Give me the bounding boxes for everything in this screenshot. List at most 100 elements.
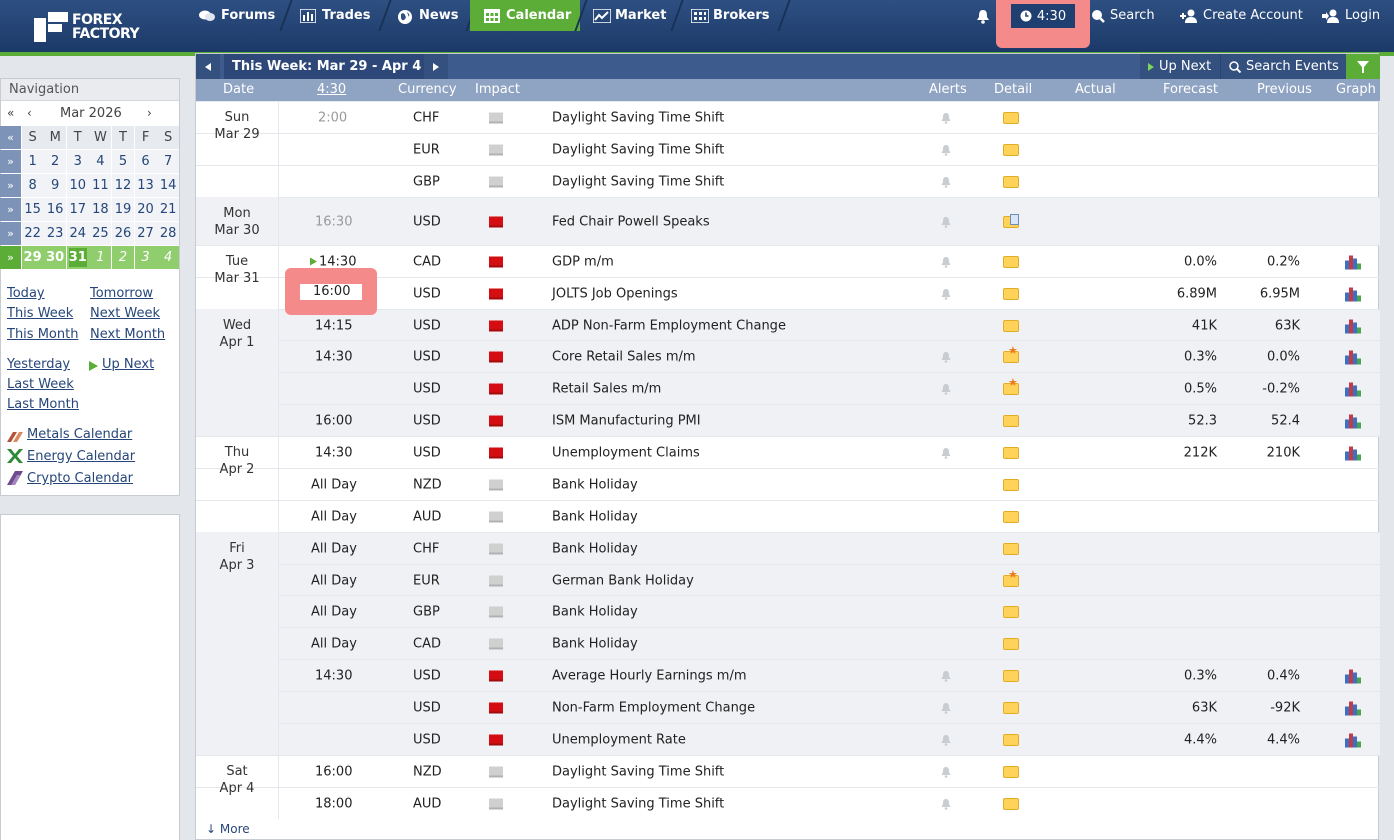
day-cell[interactable]: 15 — [21, 198, 44, 221]
nav-trades[interactable]: Trades — [286, 0, 384, 31]
day-cell[interactable]: 3 — [134, 246, 157, 269]
folder-icon[interactable] — [1003, 605, 1019, 618]
week-select-button[interactable]: » — [0, 198, 21, 221]
bell-icon[interactable] — [941, 734, 951, 746]
folder-icon[interactable] — [1003, 797, 1019, 810]
folder-icon[interactable] — [1003, 446, 1019, 459]
link-up-next[interactable]: Up Next — [102, 357, 154, 372]
folder-icon[interactable] — [1003, 765, 1019, 778]
day-cell[interactable]: 23 — [44, 222, 67, 245]
folder-icon[interactable] — [1003, 255, 1019, 268]
week-select-button[interactable]: » — [0, 222, 21, 245]
graph-icon[interactable] — [1345, 381, 1362, 396]
event-name[interactable]: ISM Manufacturing PMI — [552, 413, 701, 428]
event-name[interactable]: GDP m/m — [552, 254, 614, 269]
day-cell[interactable]: 2 — [44, 150, 67, 173]
event-name[interactable]: ADP Non-Farm Employment Change — [552, 318, 786, 333]
col-time[interactable]: 4:30 — [317, 82, 346, 97]
folder-icon[interactable] — [1003, 344, 1019, 363]
day-cell[interactable]: 1 — [89, 246, 112, 269]
event-name[interactable]: Daylight Saving Time Shift — [552, 110, 724, 125]
expand-all-weeks-button[interactable]: « — [0, 126, 21, 149]
day-cell[interactable]: 5 — [111, 150, 134, 173]
day-cell[interactable]: 17 — [66, 198, 89, 221]
folder-icon[interactable] — [1003, 213, 1019, 228]
event-name[interactable]: Fed Chair Powell Speaks — [552, 214, 710, 229]
day-cell[interactable]: 8 — [21, 174, 44, 197]
event-name[interactable]: Daylight Saving Time Shift — [552, 764, 724, 779]
day-cell[interactable]: 27 — [134, 222, 157, 245]
event-name[interactable]: Unemployment Claims — [552, 445, 700, 460]
search-button[interactable]: Search — [1091, 0, 1155, 31]
day-cell[interactable]: 29 — [21, 246, 44, 269]
folder-icon[interactable] — [1003, 287, 1019, 300]
graph-icon[interactable] — [1345, 254, 1362, 269]
nav-forums[interactable]: Forums — [185, 0, 283, 31]
next-week-button[interactable] — [424, 54, 448, 79]
link-energy-calendar[interactable]: Energy Calendar — [27, 449, 135, 464]
folder-icon[interactable] — [1003, 701, 1019, 714]
link-next-month[interactable]: Next Month — [90, 327, 165, 342]
day-cell[interactable]: 2 — [111, 246, 134, 269]
login-button[interactable]: Login — [1322, 0, 1380, 31]
bell-icon[interactable] — [941, 216, 951, 228]
bell-icon[interactable] — [941, 702, 951, 714]
event-name[interactable]: Retail Sales m/m — [552, 381, 661, 396]
nav-calendar[interactable]: Calendar — [470, 0, 580, 31]
bell-icon[interactable] — [941, 447, 951, 459]
day-cell[interactable]: 3 — [66, 150, 89, 173]
bell-icon[interactable] — [941, 670, 951, 682]
event-name[interactable]: Bank Holiday — [552, 604, 638, 619]
link-tomorrow[interactable]: Tomorrow — [90, 286, 153, 301]
folder-icon[interactable] — [1003, 376, 1019, 395]
day-cell[interactable]: 1 — [21, 150, 44, 173]
link-last-month[interactable]: Last Month — [7, 397, 79, 412]
nav-market[interactable]: Market — [579, 0, 675, 31]
day-cell[interactable]: 14 — [157, 174, 180, 197]
day-cell[interactable]: 28 — [157, 222, 180, 245]
bell-icon[interactable] — [941, 766, 951, 778]
folder-icon[interactable] — [1003, 510, 1019, 523]
day-cell[interactable]: 6 — [134, 150, 157, 173]
filter-button[interactable] — [1346, 54, 1380, 79]
day-cell[interactable]: 22 — [21, 222, 44, 245]
day-cell[interactable]: 16 — [44, 198, 67, 221]
event-name[interactable]: Daylight Saving Time Shift — [552, 142, 724, 157]
day-cell[interactable]: 12 — [111, 174, 134, 197]
graph-icon[interactable] — [1345, 668, 1362, 683]
event-name[interactable]: Bank Holiday — [552, 509, 638, 524]
event-name[interactable]: German Bank Holiday — [552, 573, 694, 588]
week-select-button[interactable]: » — [0, 246, 21, 269]
day-cell[interactable]: 26 — [111, 222, 134, 245]
folder-icon[interactable] — [1003, 319, 1019, 332]
link-this-week[interactable]: This Week — [7, 306, 73, 321]
link-metals-calendar[interactable]: Metals Calendar — [27, 427, 132, 442]
folder-icon[interactable] — [1003, 733, 1019, 746]
event-name[interactable]: Daylight Saving Time Shift — [552, 174, 724, 189]
clock-button[interactable]: 4:30 — [1011, 4, 1075, 28]
day-cell[interactable]: 10 — [66, 174, 89, 197]
day-cell[interactable]: 11 — [89, 174, 112, 197]
folder-icon[interactable] — [1003, 414, 1019, 427]
day-cell[interactable]: 30 — [44, 246, 67, 269]
day-cell-today[interactable]: 31 — [66, 246, 89, 269]
more-link[interactable]: ↓ More — [206, 822, 250, 836]
prev-week-button[interactable] — [196, 54, 220, 79]
event-name[interactable]: Bank Holiday — [552, 541, 638, 556]
bell-icon[interactable] — [941, 112, 951, 124]
bell-icon[interactable] — [941, 351, 951, 363]
graph-icon[interactable] — [1345, 318, 1362, 333]
forex-factory-logo[interactable]: FOREX FACTORY — [34, 12, 140, 42]
day-cell[interactable]: 21 — [157, 198, 180, 221]
event-name[interactable]: Core Retail Sales m/m — [552, 349, 696, 364]
bell-icon[interactable] — [941, 256, 951, 268]
bell-icon[interactable] — [941, 288, 951, 300]
graph-icon[interactable] — [1345, 700, 1362, 715]
day-cell[interactable]: 4 — [157, 246, 180, 269]
nav-news[interactable]: News — [383, 0, 471, 31]
link-crypto-calendar[interactable]: Crypto Calendar — [27, 471, 133, 486]
day-cell[interactable]: 4 — [89, 150, 112, 173]
link-last-week[interactable]: Last Week — [7, 377, 74, 392]
event-name[interactable]: Bank Holiday — [552, 477, 638, 492]
graph-icon[interactable] — [1345, 732, 1362, 747]
